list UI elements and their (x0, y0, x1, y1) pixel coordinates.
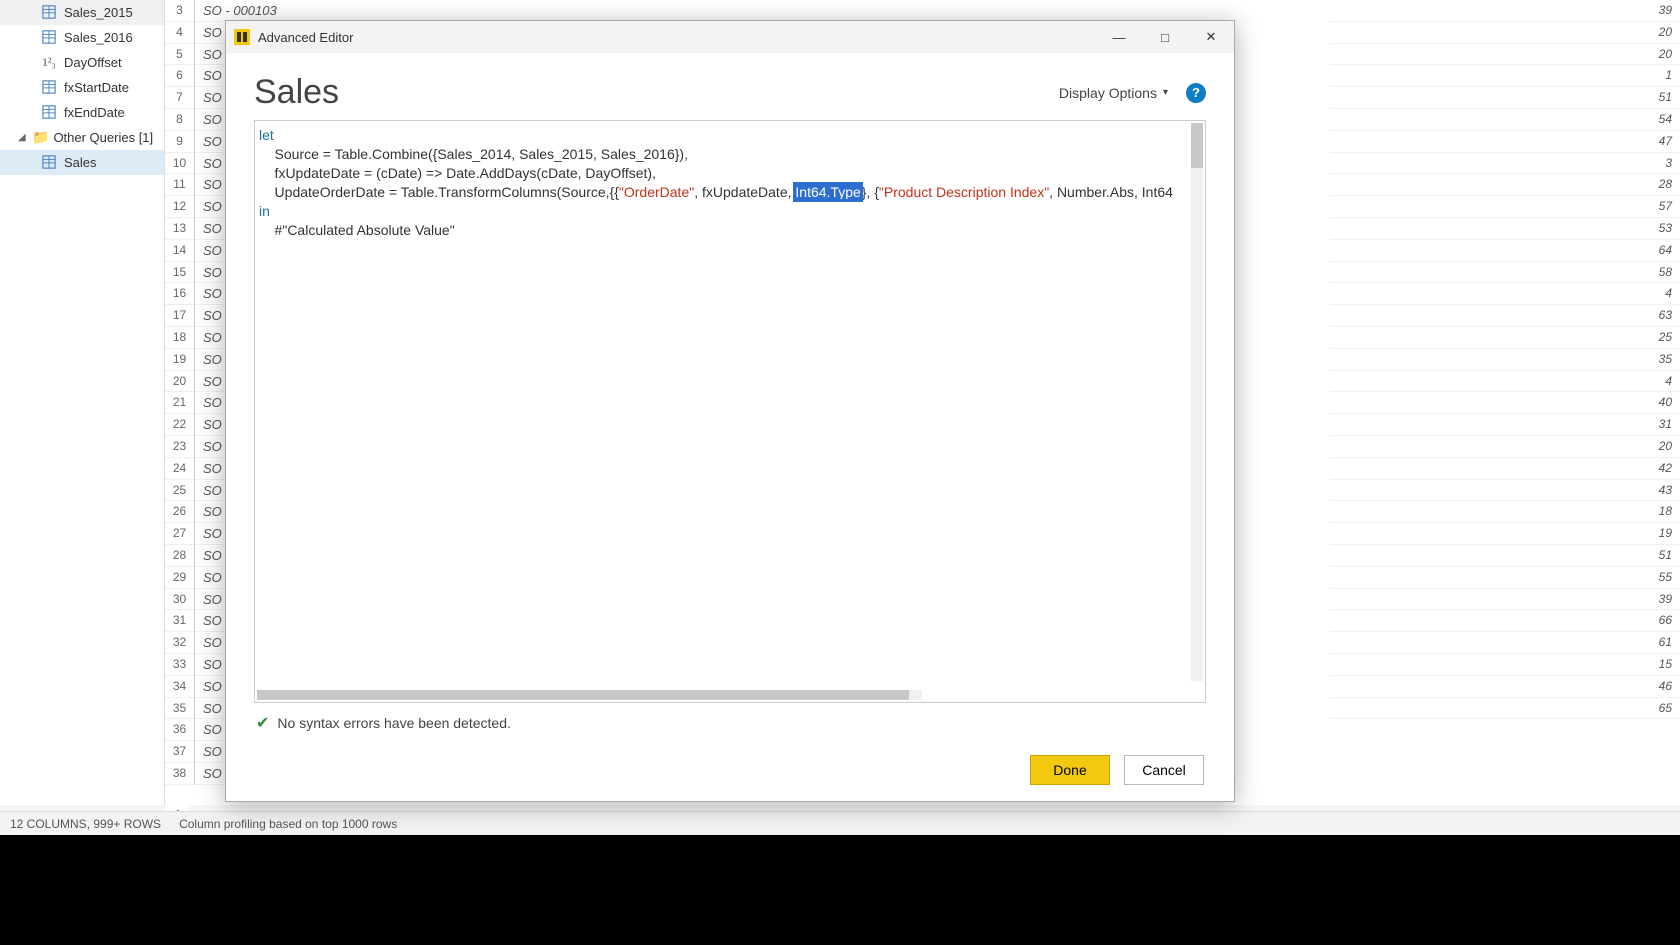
code-selection: Int64.Type (795, 184, 860, 200)
close-button[interactable]: ✕ (1188, 21, 1234, 53)
dialog-titlebar[interactable]: Advanced Editor ― □ ✕ (226, 21, 1234, 53)
row-number-gutter: 3456789101112131415161718192021222324252… (165, 0, 195, 785)
code-line: #"Calculated Absolute Value" (259, 222, 455, 238)
cancel-button[interactable]: Cancel (1124, 755, 1204, 785)
app-icon (234, 29, 250, 45)
chevron-down-icon: ▾ (1163, 87, 1168, 98)
scrollbar-thumb[interactable] (257, 690, 909, 700)
code-keyword: in (259, 203, 270, 219)
numeric-icon: 1²₃ (42, 55, 58, 71)
folder-label: Other Queries [1] (53, 130, 153, 145)
query-name-heading: Sales (254, 73, 339, 112)
vertical-scrollbar[interactable] (1191, 123, 1203, 681)
code-line: UpdateOrderDate = Table.TransformColumns… (259, 184, 619, 200)
table-icon (42, 5, 58, 21)
code-editor[interactable]: let Source = Table.Combine({Sales_2014, … (254, 120, 1206, 703)
query-label: fxEndDate (64, 105, 125, 120)
query-label: DayOffset (64, 55, 122, 70)
code-content[interactable]: let Source = Table.Combine({Sales_2014, … (255, 121, 1205, 247)
grid-right-column: 3920201515447328575364584632535440312042… (1330, 0, 1680, 719)
folder-other-queries[interactable]: ◢ 📁 Other Queries [1] (0, 125, 164, 150)
code-line: Source = Table.Combine({Sales_2014, Sale… (259, 146, 688, 162)
query-label: fxStartDate (64, 80, 129, 95)
display-options-dropdown[interactable]: Display Options ▾ (1059, 85, 1168, 101)
done-button[interactable]: Done (1030, 755, 1110, 785)
dialog-footer: Done Cancel (254, 743, 1206, 801)
letterbox-bottom (0, 835, 1680, 945)
status-bar: 12 COLUMNS, 999+ ROWS Column profiling b… (0, 811, 1680, 835)
display-options-label: Display Options (1059, 85, 1157, 101)
check-icon: ✔ (256, 713, 269, 733)
syntax-status: ✔ No syntax errors have been detected. (254, 703, 1206, 743)
table-icon (42, 30, 58, 46)
status-columns: 12 COLUMNS, 999+ ROWS (10, 817, 161, 831)
maximize-button[interactable]: □ (1142, 21, 1188, 53)
query-item-dayoffset[interactable]: 1²₃ DayOffset (0, 50, 164, 75)
code-keyword: let (259, 127, 274, 143)
window-controls: ― □ ✕ (1096, 21, 1234, 53)
code-string: "Product Description Index" (879, 184, 1049, 200)
table-icon (42, 80, 58, 96)
status-profiling: Column profiling based on top 1000 rows (179, 817, 397, 831)
query-label: Sales (64, 155, 97, 170)
table-icon (42, 155, 58, 171)
dialog-header: Sales Display Options ▾ ? (254, 73, 1206, 112)
code-text: , Number.Abs, Int64 (1049, 184, 1173, 200)
query-item-sales-2016[interactable]: Sales_2016 (0, 25, 164, 50)
query-item-sales[interactable]: Sales (0, 150, 164, 175)
dialog-body: Sales Display Options ▾ ? let Source = T… (226, 53, 1234, 801)
query-label: Sales_2016 (64, 30, 133, 45)
code-string: "OrderDate" (619, 184, 694, 200)
code-line: fxUpdateDate = (cDate) => Date.AddDays(c… (259, 165, 656, 181)
syntax-message: No syntax errors have been detected. (277, 715, 510, 731)
query-item-fxenddate[interactable]: fxEndDate (0, 100, 164, 125)
chevron-down-icon: ◢ (18, 132, 28, 143)
dialog-title: Advanced Editor (258, 30, 353, 45)
query-item-sales-2015[interactable]: Sales_2015 (0, 0, 164, 25)
folder-icon: 📁 (32, 129, 49, 146)
query-item-fxstartdate[interactable]: fxStartDate (0, 75, 164, 100)
scrollbar-thumb[interactable] (1191, 123, 1203, 168)
minimize-button[interactable]: ― (1096, 21, 1142, 53)
query-label: Sales_2015 (64, 5, 133, 20)
help-icon[interactable]: ? (1186, 83, 1206, 103)
code-text: }, { (862, 184, 879, 200)
horizontal-scrollbar[interactable] (257, 690, 922, 700)
table-icon (42, 105, 58, 121)
queries-pane: Sales_2015 Sales_2016 1²₃ DayOffset fxSt… (0, 0, 165, 805)
code-text: , fxUpdateDate, (694, 184, 795, 200)
advanced-editor-dialog: Advanced Editor ― □ ✕ Sales Display Opti… (225, 20, 1235, 802)
